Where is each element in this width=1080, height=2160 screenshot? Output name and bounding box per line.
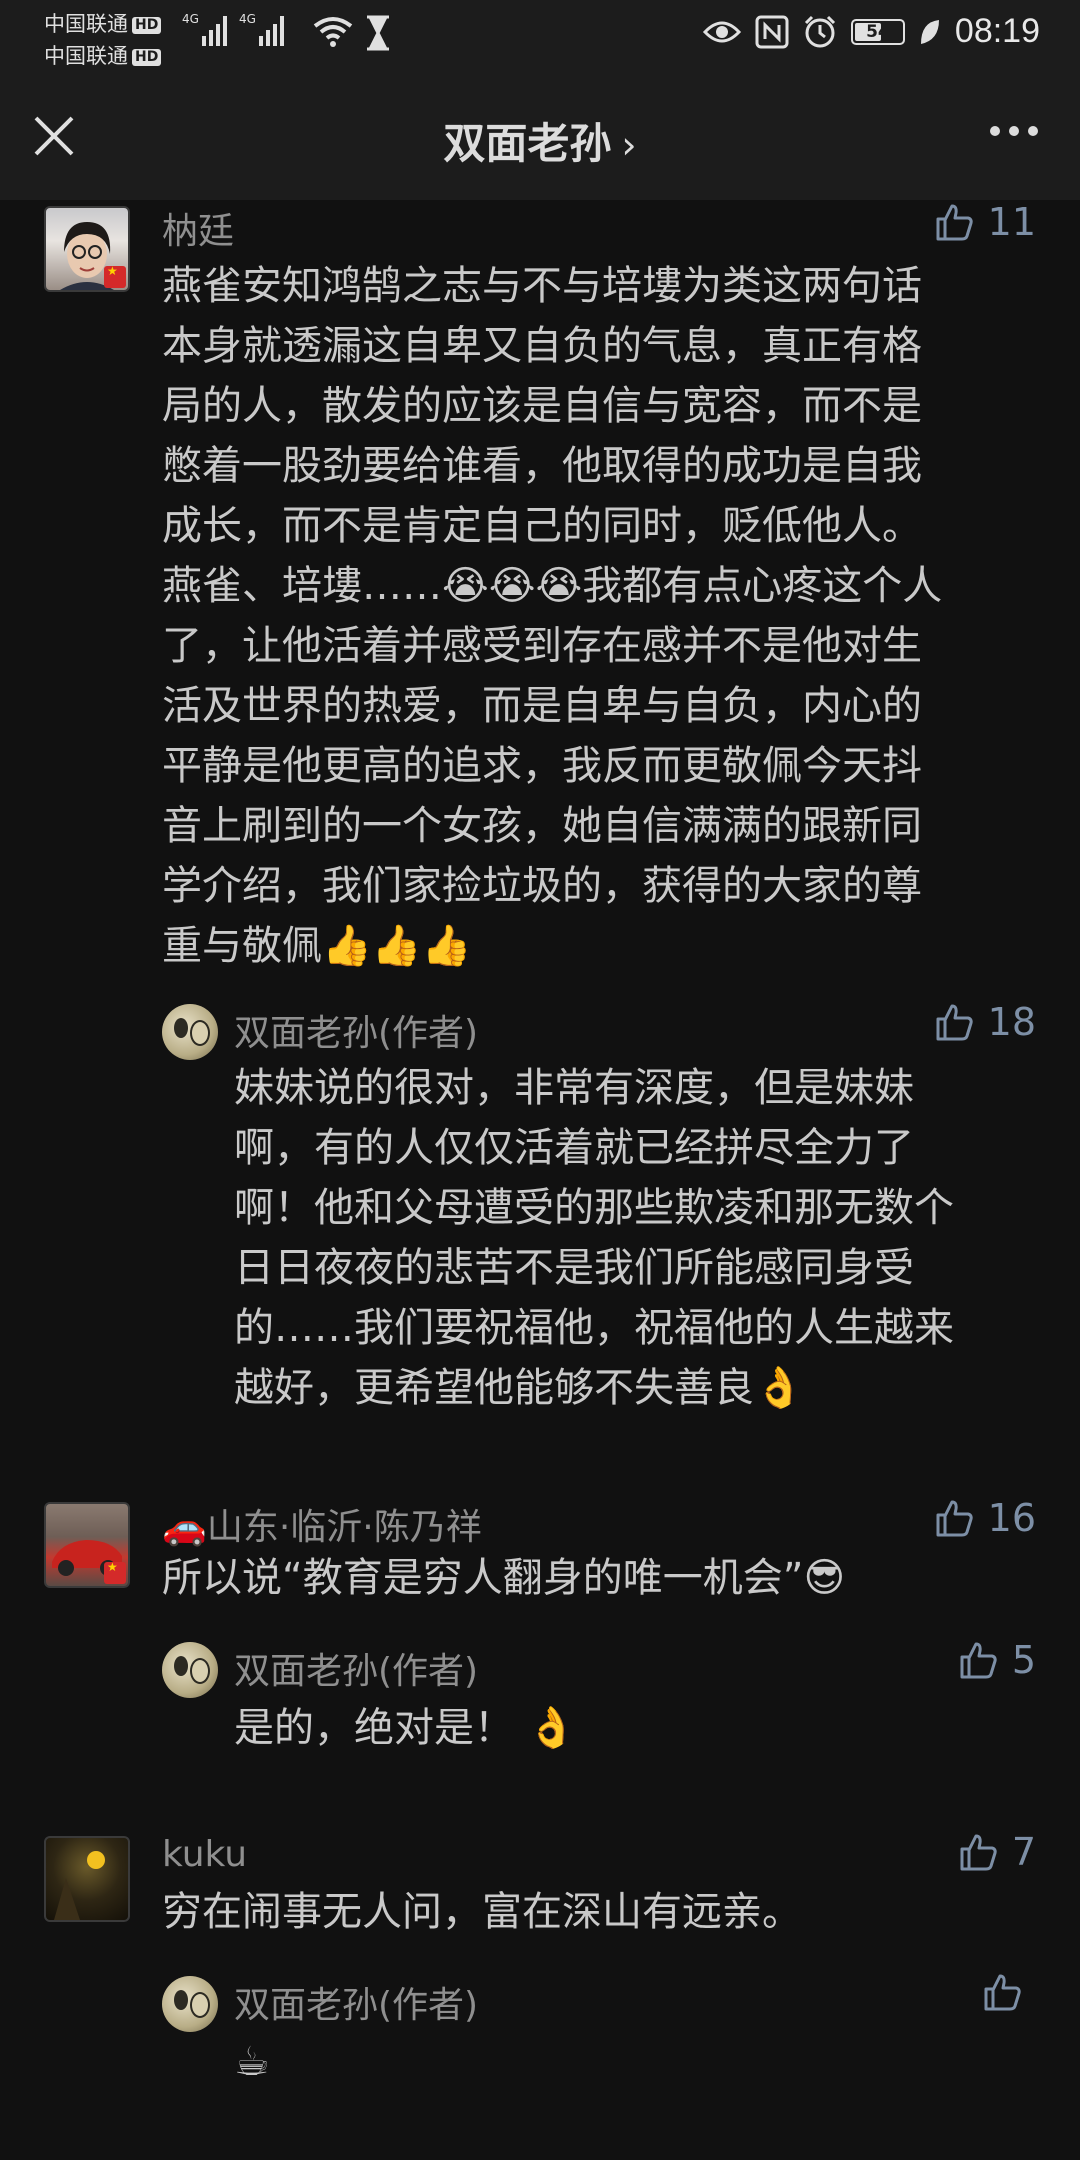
wifi-icon <box>313 17 353 47</box>
like-button[interactable]: 18 <box>934 1000 1036 1044</box>
signal-icon-2: 4G <box>239 12 284 46</box>
alarm-icon <box>804 15 835 47</box>
hourglass-icon <box>367 15 389 51</box>
carrier-label-1: 中国联通 HD <box>44 8 162 38</box>
avatar[interactable] <box>44 206 130 292</box>
signal-group: 4G 4G <box>182 12 284 46</box>
like-count: 7 <box>1011 1830 1036 1874</box>
carrier-name-2: 中国联通 <box>44 44 128 68</box>
eye-icon <box>702 21 741 42</box>
comment-username[interactable]: kuku <box>162 1834 247 1875</box>
avatar[interactable] <box>162 1976 218 2032</box>
like-button[interactable] <box>982 1972 1036 2012</box>
thumbs-up-icon <box>984 1974 1021 2011</box>
hd-badge-1: HD <box>132 17 162 34</box>
reply-text: 妹妹说的很对，非常有深度，但是妹妹 啊，有的人仅仅活着就已经拼尽全力了 啊！他和… <box>234 1058 1034 1418</box>
like-count: 16 <box>987 1496 1036 1540</box>
thumbs-up-icon <box>936 1500 973 1537</box>
reply-line: 啊！他和父母遭受的那些欺凌和那无数个 <box>234 1185 954 1231</box>
thumbs-up-icon <box>960 1642 997 1679</box>
comment-line: 了，让他活着并感受到存在感并不是他对生 <box>162 623 922 669</box>
comment-line: 穷在闹事无人问，富在深山有远亲。 <box>162 1889 802 1935</box>
avatar[interactable] <box>44 1502 130 1588</box>
reply-username[interactable]: 双面老孙(作者) <box>234 1976 478 2028</box>
comment-line: 成长，而不是肯定自己的同时，贬低他人。 <box>162 503 922 549</box>
page-title-text: 双面老孙 <box>443 119 612 168</box>
more-icon[interactable] <box>990 126 1038 136</box>
comment-text: 燕雀安知鸿鹄之志与不与培塿为类这两句话 本身就透漏这自卑又自负的气息，真正有格 … <box>162 256 1032 976</box>
thumbs-up-icon <box>960 1834 997 1871</box>
comment-username[interactable]: 🚗山东·临沂·陈乃祥 <box>162 1498 482 1550</box>
battery-indicator: 54 <box>850 18 905 45</box>
network-type-2: 4G <box>239 12 256 26</box>
comment-line: 本身就透漏这自卑又自负的气息，真正有格 <box>162 323 922 369</box>
carrier-label-2: 中国联通 HD <box>44 40 162 70</box>
hd-badge-2: HD <box>132 49 162 66</box>
like-count: 5 <box>1011 1638 1036 1682</box>
comment-text: 所以说“教育是穷人翻身的唯一机会”😎 <box>162 1548 1032 1608</box>
nav-bar: 双面老孙 › <box>0 72 1080 200</box>
reply-line: 日日夜夜的悲苦不是我们所能感同身受 <box>234 1245 914 1291</box>
comment-line: 所以说“教育是穷人翻身的唯一机会”😎 <box>162 1555 846 1601</box>
thumbs-up-icon <box>936 204 973 241</box>
carrier-name-1: 中国联通 <box>44 12 128 36</box>
reply-text: 是的，绝对是！ 👌 <box>234 1698 1034 1758</box>
reply-line: 越好，更希望他能够不失善良👌 <box>234 1365 804 1411</box>
avatar-image <box>54 1851 105 1920</box>
comment-line: 燕雀安知鸿鹄之志与不与培塿为类这两句话 <box>162 263 922 309</box>
avatar[interactable] <box>162 1642 218 1698</box>
thumbs-up-icon <box>936 1004 973 1041</box>
like-count: 18 <box>987 1000 1036 1044</box>
comment-text: 穷在闹事无人问，富在深山有远亲。 <box>162 1882 1032 1942</box>
comment-line: 学介绍，我们家捡垃圾的，获得的大家的尊 <box>162 863 922 909</box>
signal-icon-1: 4G <box>182 12 227 46</box>
like-button[interactable]: 7 <box>958 1830 1036 1874</box>
page-title[interactable]: 双面老孙 › <box>0 110 1080 171</box>
clock-time: 08:19 <box>954 12 1040 50</box>
comment-line: 局的人，散发的应该是自信与宽容，而不是 <box>162 383 922 429</box>
leaf-icon <box>920 19 939 44</box>
battery-level: 54 <box>866 21 890 42</box>
comment-username[interactable]: 枘廷 <box>162 202 234 254</box>
status-right: 54 08:19 <box>702 12 1040 51</box>
like-button[interactable]: 11 <box>934 200 1036 244</box>
chevron-right-icon: › <box>621 123 637 167</box>
like-button[interactable]: 16 <box>934 1496 1036 1540</box>
like-button[interactable]: 5 <box>958 1638 1036 1682</box>
status-bar: 中国联通 HD 中国联通 HD 4G 4G 54 08:19 <box>0 0 1080 72</box>
reply-username[interactable]: 双面老孙(作者) <box>234 1642 478 1694</box>
like-count: 11 <box>987 200 1036 244</box>
comment-line: 活及世界的热爱，而是自卑与自负，内心的 <box>162 683 922 729</box>
flag-icon <box>104 1560 126 1584</box>
reply-text: ☕ <box>234 2032 1034 2092</box>
comment-line: 平静是他更高的追求，我反而更敬佩今天抖 <box>162 743 922 789</box>
comment-line: 音上刷到的一个女孩，她自信满满的跟新同 <box>162 803 922 849</box>
nfc-icon <box>755 15 789 48</box>
comment-line: 憋着一股劲要给谁看，他取得的成功是自我 <box>162 443 922 489</box>
reply-username[interactable]: 双面老孙(作者) <box>234 1004 478 1056</box>
comment-line: 燕雀、培塿……😭😭😭我都有点心疼这个人 <box>162 563 943 609</box>
flag-icon <box>104 264 126 288</box>
reply-line: 妹妹说的很对，非常有深度，但是妹妹 <box>234 1065 914 1111</box>
reply-line: 是的，绝对是！ 👌 <box>234 1705 577 1751</box>
reply-line: 的……我们要祝福他，祝福他的人生越来 <box>234 1305 954 1351</box>
reply-line: ☕ <box>234 2039 270 2085</box>
avatar[interactable] <box>162 1004 218 1060</box>
network-type-1: 4G <box>182 12 199 26</box>
avatar[interactable] <box>44 1836 130 1922</box>
reply-line: 啊，有的人仅仅活着就已经拼尽全力了 <box>234 1125 914 1171</box>
comment-line: 重与敬佩👍👍👍 <box>162 923 472 969</box>
